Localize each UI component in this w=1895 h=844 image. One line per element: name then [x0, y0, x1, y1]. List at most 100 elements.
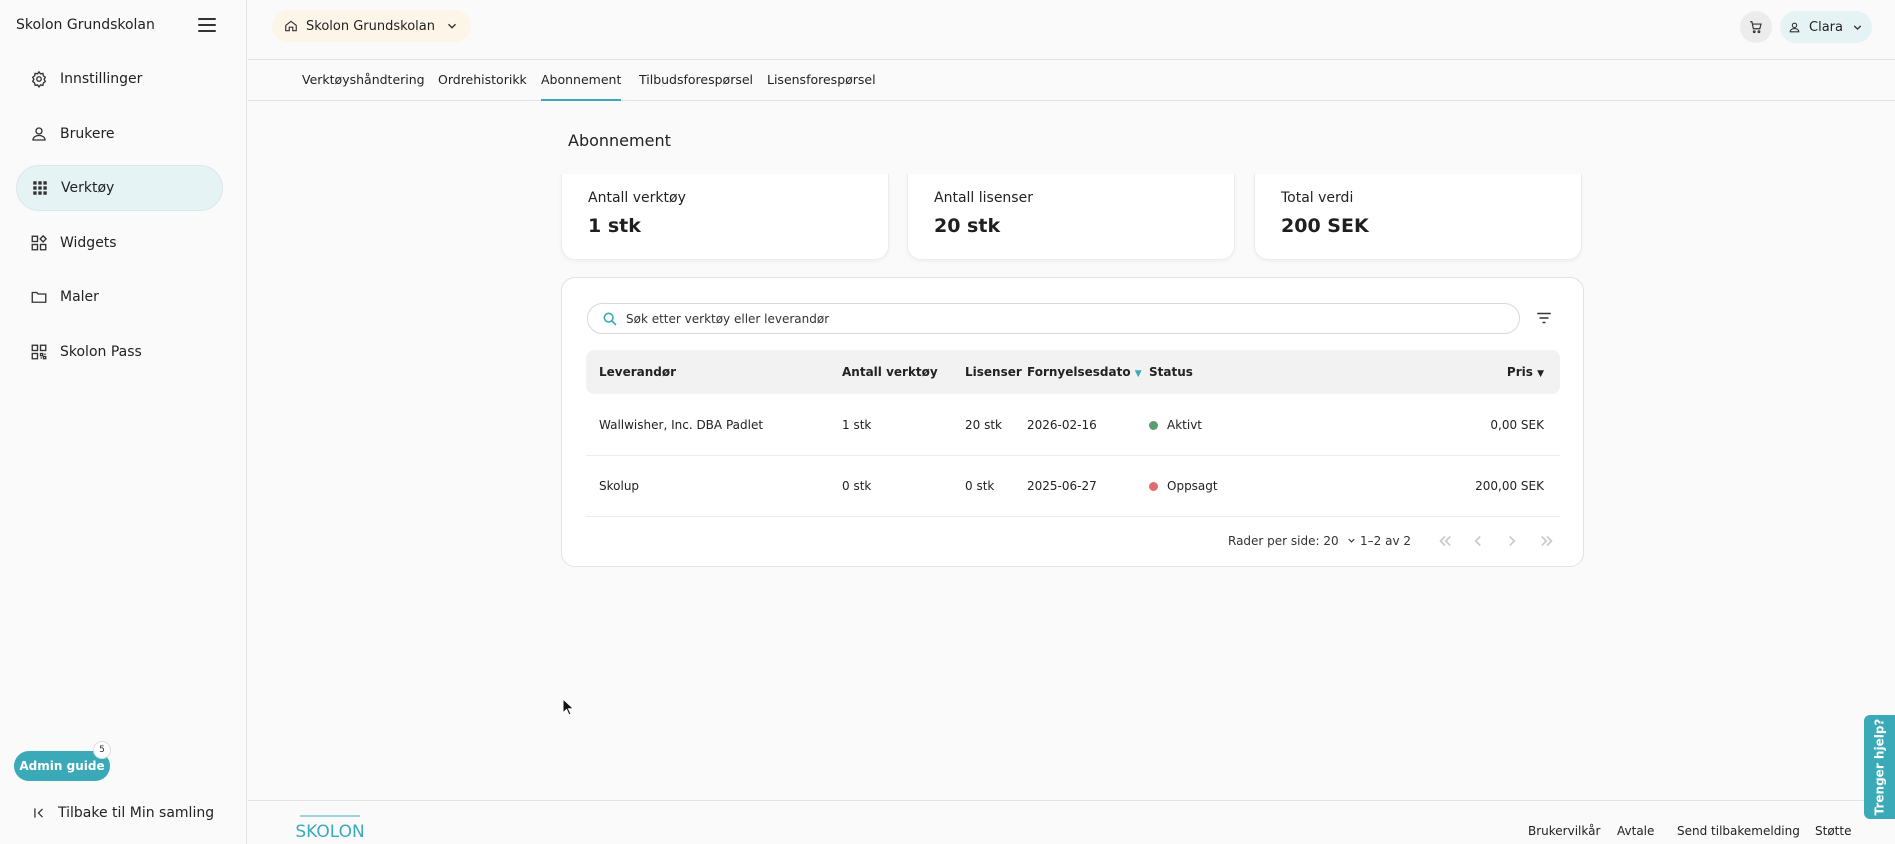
- chevron-double-left-icon: [34, 808, 43, 818]
- logo-text: SKOLON: [295, 822, 364, 841]
- user-icon: [32, 126, 46, 141]
- status-dot-cancelled: [1149, 482, 1158, 491]
- cell-price: 200,00 SEK: [1475, 479, 1544, 493]
- column-header-price[interactable]: Pris ▼: [1507, 350, 1544, 396]
- table-row[interactable]: Skolup 0 stk 0 stk 2025-06-27 Oppsagt 20…: [586, 456, 1560, 517]
- column-header-status[interactable]: Status: [1149, 350, 1193, 394]
- cell-licenses: 20 stk: [965, 418, 1002, 432]
- stat-label: Antall lisenser: [934, 190, 1033, 206]
- chevron-down-icon: [447, 23, 456, 29]
- column-header-tools[interactable]: Antall verktøy: [842, 350, 938, 394]
- menu-icon[interactable]: [198, 18, 216, 32]
- back-to-collection-link[interactable]: Tilbake til Min samling: [32, 805, 214, 821]
- stat-value: 1 stk: [588, 215, 641, 237]
- cell-vendor: Wallwisher, Inc. DBA Padlet: [599, 418, 764, 432]
- sidebar-item-label: Verktøy: [61, 180, 115, 196]
- cart-icon: [1750, 21, 1762, 34]
- sidebar-item-widgets[interactable]: Widgets: [16, 220, 223, 266]
- cell-renewal-date: 2026-02-16: [1027, 418, 1097, 432]
- subscriptions-table-card: Leverandør Antall verktøy Lisenser Forny…: [561, 277, 1584, 567]
- topbar: Skolon Grundskolan Clara: [248, 0, 1895, 60]
- sidebar-item-brukere[interactable]: Brukere: [16, 111, 223, 157]
- sidebar-item-innstillinger[interactable]: Innstillinger: [16, 56, 223, 102]
- column-header-licenses[interactable]: Lisenser: [965, 350, 1022, 394]
- user-name: Clara: [1809, 19, 1843, 35]
- footer: SKOLON Brukervilkår Avtale Send tilbakem…: [248, 800, 1895, 844]
- mouse-cursor-icon: [562, 698, 575, 716]
- widgets-icon: [31, 234, 48, 250]
- help-label: Trenger hjelp?: [1872, 718, 1887, 816]
- sidebar-item-label: Brukere: [60, 125, 115, 142]
- admin-guide-badge: 5: [93, 741, 111, 759]
- user-icon: [1789, 22, 1800, 32]
- school-name: Skolon Grundskolan: [306, 18, 435, 34]
- footer-link-agreement[interactable]: Avtale: [1617, 824, 1654, 838]
- stat-card-licenses: Antall lisenser 20 stk: [907, 174, 1235, 260]
- tab-bar: Verktøyshåndtering Ordrehistorikk Abonne…: [248, 61, 1895, 101]
- qr-icon: [31, 344, 47, 359]
- search-box[interactable]: [587, 303, 1520, 334]
- tab-ordrehistorikk[interactable]: Ordrehistorikk: [438, 61, 527, 101]
- sidebar-item-verktoy[interactable]: Verktøy: [16, 165, 223, 211]
- cell-status: Oppsagt: [1149, 456, 1218, 516]
- back-link-label: Tilbake til Min samling: [58, 805, 215, 821]
- user-menu[interactable]: Clara: [1780, 11, 1872, 43]
- school-selector[interactable]: Skolon Grundskolan: [272, 10, 471, 42]
- footer-link-support[interactable]: Støtte: [1815, 824, 1851, 838]
- footer-link-feedback[interactable]: Send tilbakemelding: [1677, 824, 1800, 838]
- status-dot-active: [1149, 421, 1158, 430]
- cell-tools: 0 stk: [842, 479, 872, 493]
- sort-icon: ▼: [1537, 369, 1544, 379]
- tab-verktoyshandtering[interactable]: Verktøyshåndtering: [302, 61, 425, 101]
- sidebar-nav: Innstillinger Brukere Verktøy Widgets Ma…: [16, 56, 223, 383]
- column-header-label: Pris: [1506, 365, 1533, 379]
- folder-icon: [31, 291, 47, 303]
- sidebar-item-maler[interactable]: Maler: [16, 274, 223, 320]
- sidebar-item-label: Skolon Pass: [60, 343, 142, 360]
- gear-icon: [31, 70, 47, 88]
- cell-price: 0,00 SEK: [1490, 418, 1544, 432]
- column-header-renewal-date[interactable]: Fornyelsesdato ▼: [1027, 350, 1142, 396]
- sidebar-title: Skolon Grundskolan: [16, 17, 155, 33]
- tab-tilbudsforesporsel[interactable]: Tilbudsforespørsel: [639, 61, 753, 101]
- first-page-icon[interactable]: [1436, 532, 1454, 550]
- status-label: Aktivt: [1167, 418, 1203, 432]
- rows-per-page-select[interactable]: Rader per side: 20: [1228, 534, 1357, 548]
- chevron-down-icon: [1348, 538, 1356, 543]
- filter-icon[interactable]: [1534, 309, 1554, 327]
- table-row[interactable]: Wallwisher, Inc. DBA Padlet 1 stk 20 stk…: [586, 395, 1560, 456]
- cell-licenses: 0 stk: [965, 479, 995, 493]
- grid-icon: [33, 181, 47, 195]
- rows-per-page-label: Rader per side: 20: [1228, 534, 1339, 548]
- sidebar-item-label: Widgets: [60, 234, 117, 251]
- search-input[interactable]: [626, 311, 1506, 326]
- help-button[interactable]: Trenger hjelp?: [1864, 715, 1895, 819]
- sidebar-item-label: Maler: [60, 289, 99, 305]
- tab-lisensforesporsel[interactable]: Lisensforespørsel: [767, 61, 876, 101]
- sort-desc-icon: ▼: [1134, 369, 1142, 379]
- sidebar-item-skolon-pass[interactable]: Skolon Pass: [16, 329, 223, 375]
- last-page-icon[interactable]: [1538, 532, 1556, 550]
- stat-card-tools: Antall verktøy 1 stk: [561, 174, 889, 260]
- page-range: 1–2 av 2: [1360, 534, 1411, 548]
- table-header: Leverandør Antall verktøy Lisenser Forny…: [586, 350, 1560, 394]
- previous-page-icon[interactable]: [1469, 532, 1487, 550]
- tab-abonnement[interactable]: Abonnement: [541, 61, 622, 101]
- cell-renewal-date: 2025-06-27: [1027, 479, 1097, 493]
- stat-label: Antall verktøy: [588, 190, 686, 206]
- sidebar-item-label: Innstillinger: [60, 71, 143, 87]
- stat-label: Total verdi: [1281, 190, 1354, 206]
- cell-vendor: Skolup: [599, 479, 640, 493]
- footer-link-terms[interactable]: Brukervilkår: [1528, 824, 1600, 838]
- cart-button[interactable]: [1740, 11, 1772, 43]
- search-icon: [603, 312, 617, 326]
- skolon-logo[interactable]: SKOLON: [294, 813, 366, 841]
- next-page-icon[interactable]: [1503, 532, 1521, 550]
- status-label: Oppsagt: [1167, 479, 1218, 493]
- sidebar-header: Skolon Grundskolan: [16, 14, 216, 36]
- home-icon: [285, 20, 297, 32]
- column-header-vendor[interactable]: Leverandør: [599, 350, 676, 394]
- chevron-down-icon: [1853, 24, 1862, 30]
- sidebar: Skolon Grundskolan Innstillinger Brukere…: [0, 0, 247, 844]
- cell-status: Aktivt: [1149, 395, 1202, 455]
